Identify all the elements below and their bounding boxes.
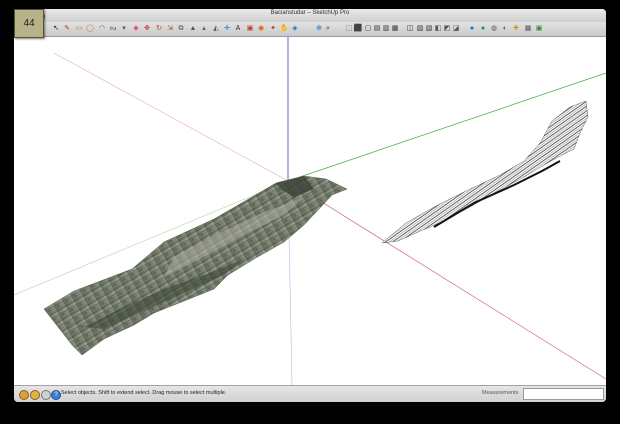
geo-location-icon[interactable]	[19, 390, 29, 400]
title-bar: Bacianstudar – SketchUp Pro	[14, 9, 606, 23]
iso-view[interactable]: ⬚	[345, 24, 353, 33]
offset-tool[interactable]: ⧉	[177, 24, 185, 33]
orbit-tool[interactable]: ✦	[269, 24, 277, 33]
add-location[interactable]: ◍	[490, 24, 498, 33]
status-bar: ? Select objects. Shift to extend select…	[14, 385, 606, 402]
textured-terrain-mesh[interactable]	[43, 175, 348, 356]
model-viewport[interactable]	[14, 37, 606, 385]
credits-icon[interactable]	[30, 390, 40, 400]
arc-tool[interactable]: ◠	[98, 24, 106, 33]
contour-terrain-mesh[interactable]	[381, 100, 589, 244]
components-tool[interactable]: ▣	[535, 24, 543, 33]
terrain-toggle[interactable]: ◐	[501, 24, 509, 33]
freehand-tool[interactable]: ᔓ	[109, 24, 117, 33]
axes-tool[interactable]: ✛	[223, 24, 231, 33]
scene-canvas[interactable]	[14, 37, 606, 385]
xray-style[interactable]: ◫	[406, 24, 414, 33]
right-view[interactable]: ▤	[373, 24, 381, 33]
select-tool[interactable]: ↖	[52, 24, 60, 33]
slide-number-badge: 44	[14, 9, 44, 38]
layers-tool[interactable]: ▦	[524, 24, 532, 33]
main-toolbar: ↖ ✎ ▭ ◯ ◠ ᔓ ▾ ◆ ✥ ↻ ⇲ ⧉ ▲ ▴ ◭ ✛ A ▣ ◉ ✦ ✋ ◈ ⊕ ⌕ ⬚ ⬛ ▢ ▤ ▥ ▦ ◫ ▨ ▧ ◧ ◩ ◪ ● ● ◍ ◐…	[14, 22, 606, 37]
zoom-extents-tool[interactable]: ⊕	[315, 24, 323, 33]
top-view[interactable]: ⬛	[354, 24, 363, 33]
protractor-tool[interactable]: ◭	[212, 24, 220, 33]
share-model[interactable]: ●	[479, 24, 487, 33]
back-view[interactable]: ▥	[382, 24, 390, 33]
red-axis-line	[53, 52, 289, 182]
pan-tool[interactable]: ✋	[280, 24, 289, 33]
front-view[interactable]: ▢	[364, 24, 372, 33]
measurements-label: Measurements	[482, 390, 519, 396]
follow-me-tool[interactable]: ▲	[189, 24, 197, 33]
measurements-field[interactable]	[523, 388, 604, 400]
sketchup-window: Bacianstudar – SketchUp Pro ↖ ✎ ▭ ◯ ◠ ᔓ ▾ ◆ ✥ ↻ ⇲ ⧉…	[14, 9, 606, 402]
textured-style[interactable]: ◩	[443, 24, 451, 33]
paint-bucket-tool[interactable]: ▣	[246, 24, 254, 33]
rotate-tool[interactable]: ↻	[155, 24, 163, 33]
wireframe-style[interactable]: ▨	[416, 24, 424, 33]
eraser-tool[interactable]: ◆	[132, 24, 140, 33]
text-tool[interactable]: A	[234, 24, 242, 33]
tape-measure-tool[interactable]: ▴	[200, 24, 208, 33]
scale-tool[interactable]: ⇲	[166, 24, 174, 33]
zoom-window-tool[interactable]: ◈	[291, 24, 299, 33]
monochrome-style[interactable]: ◪	[452, 24, 460, 33]
pencil-tool[interactable]: ✎	[63, 24, 71, 33]
user-icon[interactable]	[41, 390, 51, 400]
window-title: Bacianstudar – SketchUp Pro	[270, 10, 350, 16]
rectangle-tool[interactable]: ▭	[75, 24, 83, 33]
circle-tool[interactable]: ◯	[86, 24, 94, 33]
help-icon[interactable]: ?	[51, 390, 61, 400]
move-tool[interactable]: ✥	[143, 24, 151, 33]
contour-ridge-line	[433, 160, 561, 228]
zoom-tool[interactable]: ⌕	[324, 24, 332, 33]
push-pull-tool[interactable]: ▾	[120, 24, 128, 33]
section-plane-tool[interactable]: ◉	[257, 24, 265, 33]
hidden-line-style[interactable]: ▧	[425, 24, 433, 33]
slide-number: 44	[23, 18, 35, 29]
status-message: Select objects. Shift to extend select. …	[61, 390, 227, 396]
shaded-style[interactable]: ◧	[434, 24, 442, 33]
left-view[interactable]: ▦	[391, 24, 399, 33]
get-models[interactable]: ●	[468, 24, 476, 33]
photo-texture[interactable]: ✚	[512, 24, 520, 33]
